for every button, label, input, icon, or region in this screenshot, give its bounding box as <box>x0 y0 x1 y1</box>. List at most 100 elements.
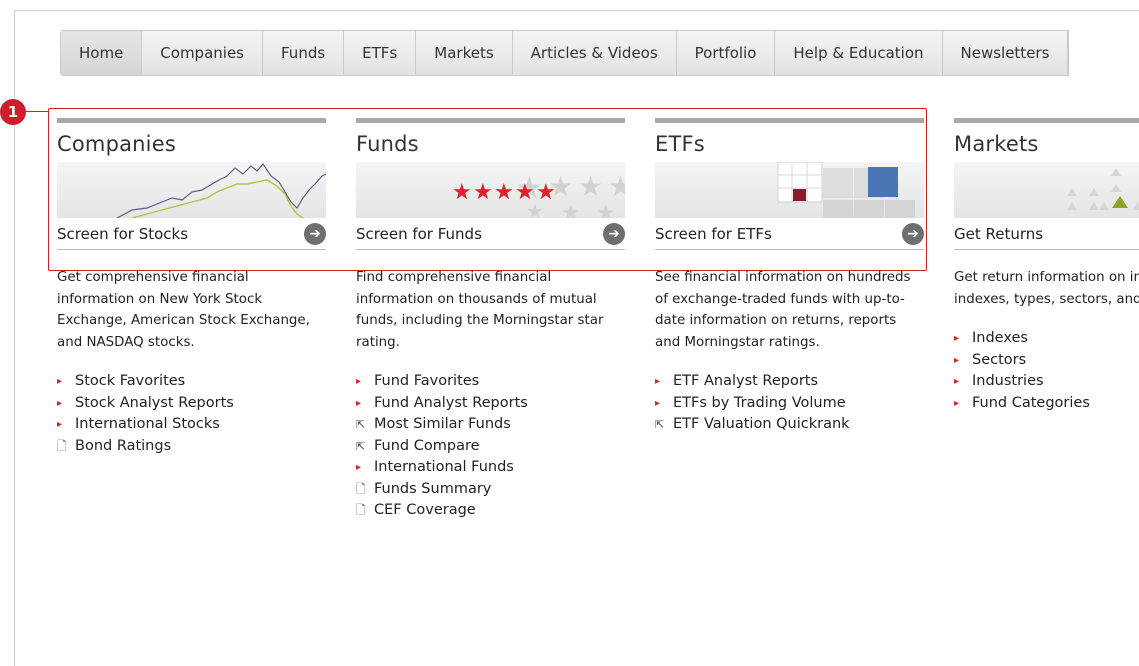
nav-tab-funds[interactable]: Funds <box>263 31 345 75</box>
arrow-bullet-icon: ▸ <box>356 462 362 473</box>
nav-tab-newsletters[interactable]: Newsletters <box>943 31 1069 75</box>
column-description: See financial information on hundreds of… <box>655 270 911 350</box>
cta-label: Screen for Stocks <box>57 224 189 243</box>
quickrank-icon: ⇱ <box>655 418 665 431</box>
link-label: Most Similar Funds <box>374 416 511 432</box>
link-label: ETF Analyst Reports <box>673 373 819 389</box>
link-sectors[interactable]: ▸ Sectors <box>954 350 1139 372</box>
link-label: ETF Valuation Quickrank <box>673 416 850 432</box>
link-label: Fund Favorites <box>374 373 480 389</box>
column-title: Companies <box>57 132 176 156</box>
link-label: Fund Categories <box>972 394 1090 411</box>
nav-tab-markets[interactable]: Markets <box>416 31 513 75</box>
svg-text:★: ★ <box>596 201 616 218</box>
link-label: Fund Compare <box>374 437 480 454</box>
arrow-bullet-icon: ▸ <box>57 419 63 430</box>
nav-tab-etfs[interactable]: ETFs <box>344 31 417 75</box>
link-label: Sectors <box>972 351 1027 368</box>
svg-text:★: ★ <box>494 180 514 205</box>
arrow-bullet-icon: ▸ <box>954 376 960 387</box>
column-description: Find comprehensive financial information… <box>356 270 604 350</box>
cta-label: Get Returns <box>954 224 1044 243</box>
column-link-list: ▸ Stock Favorites ▸ Stock Analyst Reports ▸ I… <box>57 371 326 457</box>
svg-text:★: ★ <box>515 180 535 205</box>
column-link-list: ▸ Fund Favorites ▸ Fund Analyst Reports ⇱ Mos… <box>356 371 625 522</box>
link-etf-analyst-reports[interactable]: ▸ ETF Analyst Reports <box>655 371 924 393</box>
link-indexes[interactable]: ▸ Indexes <box>954 328 1139 350</box>
link-etf-valuation-quickrank[interactable]: ⇱ ETF Valuation Quickrank <box>655 414 924 436</box>
arrow-bullet-icon: ▸ <box>655 376 661 387</box>
nav-tab-articles-videos[interactable]: Articles & Videos <box>513 31 677 75</box>
svg-text:★: ★ <box>578 170 603 203</box>
link-label: International Funds <box>374 459 514 475</box>
etfs-grid-image <box>655 162 924 218</box>
column-funds: Funds ★ ★ ★ ★ ★ ★ ★ ★ ★ ★ ★ ★ Screen for… <box>356 118 625 522</box>
link-fund-analyst-reports[interactable]: ▸ Fund Analyst Reports <box>356 393 625 415</box>
link-label: Stock Analyst Reports <box>75 394 234 411</box>
link-fund-compare[interactable]: ⇱ Fund Compare <box>356 436 625 458</box>
arrow-bullet-icon: ▸ <box>57 376 63 387</box>
link-international-funds[interactable]: ▸ International Funds <box>356 457 625 479</box>
link-stock-analyst-reports[interactable]: ▸ Stock Analyst Reports <box>57 393 326 415</box>
column-top-bar <box>655 118 924 123</box>
quickrank-icon: ⇱ <box>356 418 366 431</box>
link-stock-favorites[interactable]: ▸ Stock Favorites <box>57 371 326 393</box>
arrow-bullet-icon: ▸ <box>954 397 960 409</box>
companies-chart-image <box>57 162 326 218</box>
document-icon: 🗋 <box>356 481 366 496</box>
document-icon: 🗋 <box>356 503 366 517</box>
column-title: Funds <box>356 132 419 156</box>
link-fund-favorites[interactable]: ▸ Fund Favorites <box>356 371 625 393</box>
link-fund-categories[interactable]: ▸ Fund Categories <box>954 393 1139 415</box>
column-top-bar <box>57 118 326 123</box>
get-returns-button[interactable]: Get Returns <box>954 218 1139 250</box>
link-label: Indexes <box>972 330 1028 346</box>
svg-text:★: ★ <box>608 170 625 203</box>
link-funds-summary[interactable]: 🗋 Funds Summary <box>356 479 625 501</box>
nav-tab-home[interactable]: Home <box>61 31 143 75</box>
arrow-bullet-icon: ▸ <box>356 376 362 387</box>
nav-tab-help-education[interactable]: Help & Education <box>775 31 943 75</box>
main-nav: Home Companies Funds ETFs Markets Articles & … <box>60 30 1070 76</box>
link-label: Industries <box>972 373 1044 389</box>
cta-label: Screen for Funds <box>356 224 482 243</box>
svg-text:★: ★ <box>561 201 581 218</box>
document-icon: 🗋 <box>57 438 67 453</box>
arrow-right-icon: ➔ <box>304 222 326 245</box>
link-bond-ratings[interactable]: 🗋 Bond Ratings <box>57 436 326 458</box>
link-label: Funds Summary <box>374 480 492 497</box>
arrow-right-icon: ➔ <box>902 222 924 245</box>
arrow-right-icon: ➔ <box>603 222 625 245</box>
callout-badge: 1 <box>0 99 26 125</box>
column-etfs: ETFs Screen for ETFs ➔ See financial inf… <box>655 118 924 436</box>
link-label: CEF Coverage <box>374 502 476 518</box>
link-label: Stock Favorites <box>75 373 186 389</box>
cta-label: Screen for ETFs <box>655 224 772 243</box>
column-companies: Companies Screen for Stocks ➔ Get compre… <box>57 118 326 457</box>
svg-text:★: ★ <box>536 180 556 205</box>
screen-for-etfs-button[interactable]: Screen for ETFs ➔ <box>655 218 924 250</box>
link-cef-coverage[interactable]: 🗋 CEF Coverage <box>356 500 625 522</box>
column-top-bar <box>356 118 625 123</box>
quickrank-icon: ⇱ <box>356 439 366 453</box>
column-link-list: ▸ Indexes ▸ Sectors ▸ Industries ▸ Fund Categor… <box>954 328 1139 414</box>
link-label: Fund Analyst Reports <box>374 394 528 411</box>
screen-for-funds-button[interactable]: Screen for Funds ➔ <box>356 218 625 250</box>
link-industries[interactable]: ▸ Industries <box>954 371 1139 393</box>
column-description: Get return information on investment ind… <box>954 270 1139 307</box>
column-link-list: ▸ ETF Analyst Reports ▸ ETFs by Trading Vol… <box>655 371 924 436</box>
link-etfs-by-trading-volume[interactable]: ▸ ETFs by Trading Volume <box>655 393 924 415</box>
column-description: Get comprehensive financial information … <box>57 270 310 350</box>
link-international-stocks[interactable]: ▸ International Stocks <box>57 414 326 436</box>
screen-for-stocks-button[interactable]: Screen for Stocks ➔ <box>57 218 326 250</box>
link-label: ETFs by Trading Volume <box>673 394 846 411</box>
arrow-bullet-icon: ▸ <box>57 397 63 409</box>
link-most-similar-funds[interactable]: ⇱ Most Similar Funds <box>356 414 625 436</box>
nav-tab-companies[interactable]: Companies <box>142 31 263 75</box>
column-top-bar <box>954 118 1139 123</box>
svg-text:★: ★ <box>473 180 493 205</box>
link-label: Bond Ratings <box>75 437 172 454</box>
funds-star-rating-image: ★ ★ ★ ★ ★ ★ ★ ★ ★ ★ ★ ★ <box>356 162 625 218</box>
nav-tab-portfolio[interactable]: Portfolio <box>677 31 776 75</box>
callout-connector <box>26 111 48 112</box>
